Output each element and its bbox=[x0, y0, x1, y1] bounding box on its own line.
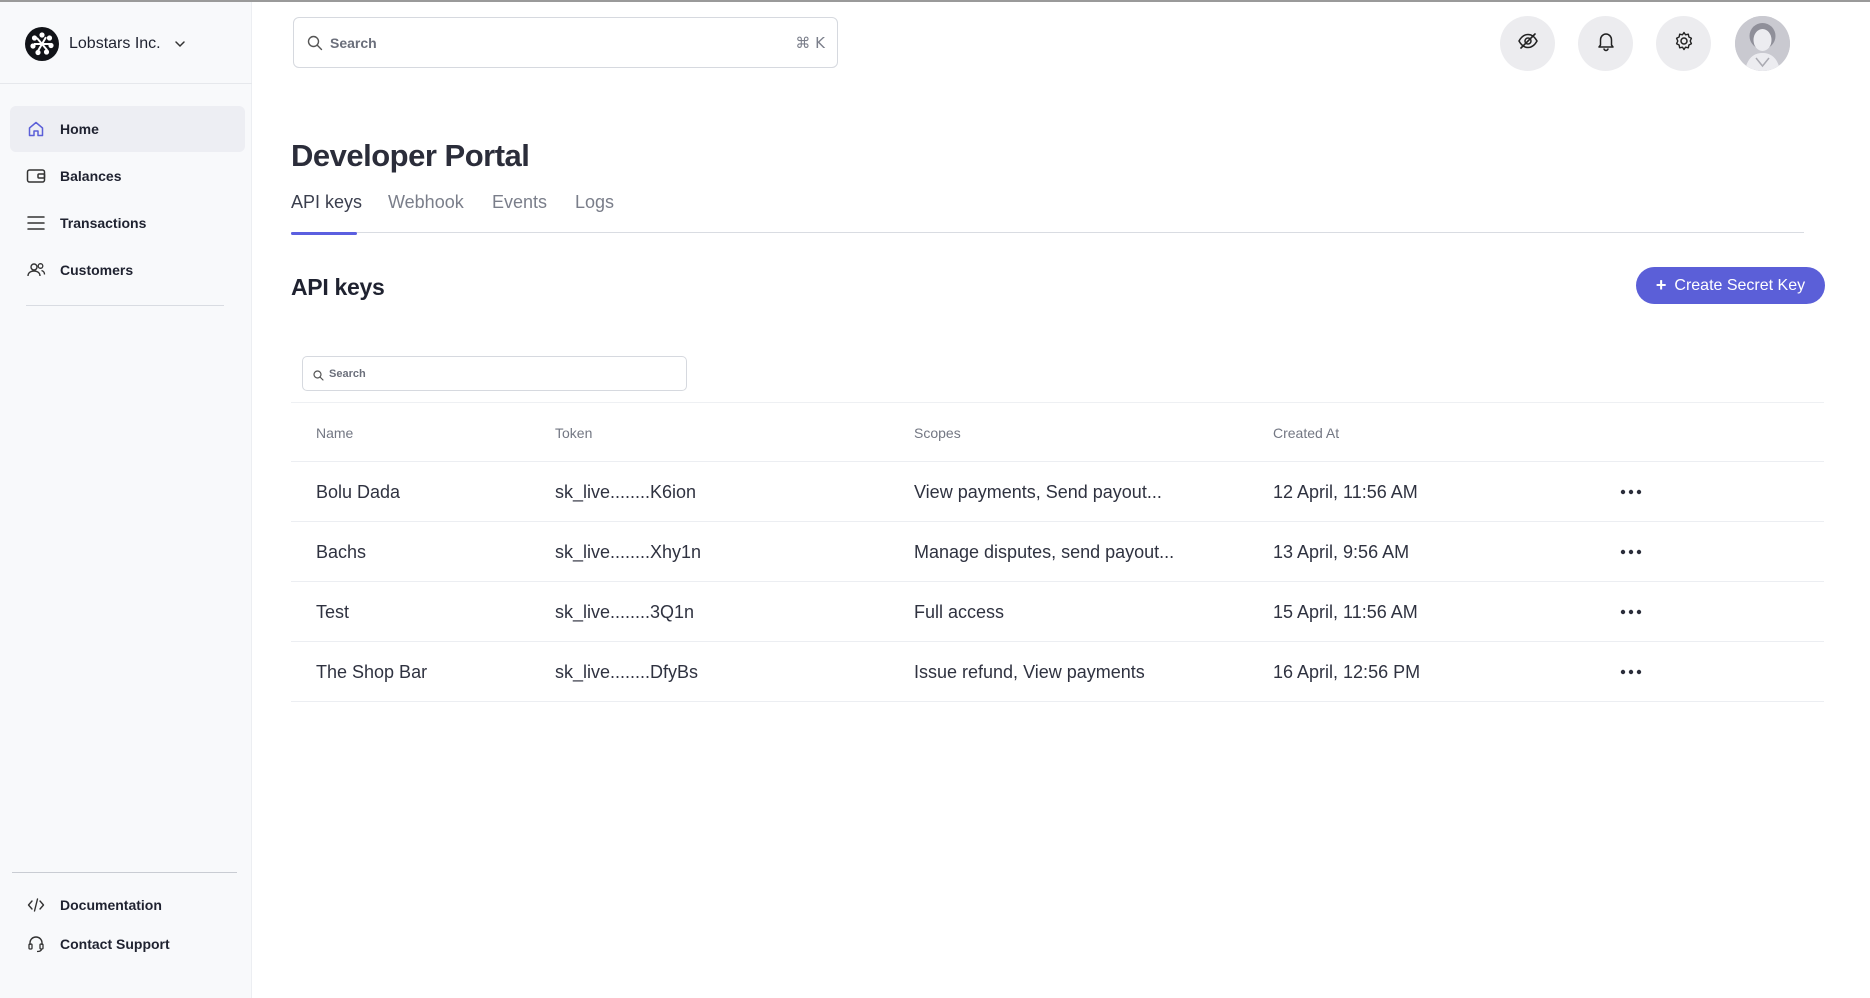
search-placeholder: Search bbox=[330, 35, 377, 51]
tab-logs[interactable]: Logs bbox=[575, 192, 614, 233]
table-header: Name Token Scopes Created At bbox=[291, 402, 1824, 462]
sidebar-divider bbox=[26, 305, 224, 306]
more-options-icon[interactable] bbox=[1619, 482, 1643, 502]
cell-token: sk_live........DfyBs bbox=[555, 662, 699, 682]
sidebar-nav: Home Balances Transactions Customers bbox=[10, 106, 245, 294]
sidebar-bottom-divider bbox=[12, 872, 237, 873]
table-row[interactable]: Bachs sk_live........Xhy1n Manage disput… bbox=[291, 522, 1824, 582]
notifications-button[interactable] bbox=[1578, 16, 1633, 71]
sidebar-item-label: Documentation bbox=[60, 897, 162, 913]
table-search-placeholder: Search bbox=[329, 368, 366, 380]
user-avatar[interactable] bbox=[1735, 16, 1790, 71]
headset-icon bbox=[26, 934, 46, 954]
column-header-scopes: Scopes bbox=[914, 425, 961, 441]
cell-created-at: 12 April, 11:56 AM bbox=[1273, 482, 1418, 502]
tab-label: Logs bbox=[575, 192, 615, 212]
wallet-icon bbox=[26, 166, 46, 186]
table-search-input[interactable]: Search bbox=[302, 356, 687, 391]
more-options-icon[interactable] bbox=[1619, 662, 1643, 682]
section-title: API keys bbox=[291, 274, 385, 300]
list-icon bbox=[26, 213, 46, 233]
sidebar-item-documentation[interactable]: Documentation bbox=[10, 886, 245, 924]
column-header-token: Token bbox=[555, 425, 593, 441]
sidebar-item-customers[interactable]: Customers bbox=[10, 247, 245, 293]
tab-label: API keys bbox=[291, 192, 363, 212]
tab-label: Webhook bbox=[388, 192, 464, 212]
more-options-icon[interactable] bbox=[1619, 602, 1643, 622]
bell-icon bbox=[1595, 30, 1617, 57]
table-row[interactable]: The Shop Bar sk_live........DfyBs Issue … bbox=[291, 642, 1824, 702]
cell-scopes: Full access bbox=[914, 602, 1005, 622]
sidebar-item-label: Customers bbox=[60, 262, 134, 278]
cell-name: Test bbox=[316, 602, 350, 622]
tab-bar: API keys Webhook Events Logs bbox=[291, 192, 1804, 235]
tab-events[interactable]: Events bbox=[492, 192, 547, 233]
cell-token: sk_live........Xhy1n bbox=[555, 542, 702, 562]
users-icon bbox=[26, 260, 46, 280]
cell-created-at: 13 April, 9:56 AM bbox=[1273, 542, 1410, 562]
table-row[interactable]: Test sk_live........3Q1n Full access 15 … bbox=[291, 582, 1824, 642]
search-shortcut: ⌘ K bbox=[795, 34, 825, 52]
more-options-icon[interactable] bbox=[1619, 542, 1643, 562]
cell-scopes: Issue refund, View payments bbox=[914, 662, 1145, 682]
sidebar-item-label: Home bbox=[60, 121, 99, 137]
cell-token: sk_live........K6ion bbox=[555, 482, 697, 502]
cell-name: The Shop Bar bbox=[316, 662, 428, 682]
active-tab-indicator bbox=[291, 232, 357, 235]
org-name: Lobstars Inc. bbox=[69, 35, 161, 52]
global-search-input[interactable]: Search ⌘ K bbox=[293, 17, 838, 68]
eye-off-icon bbox=[1517, 30, 1539, 57]
toggle-visibility-button[interactable] bbox=[1500, 16, 1555, 71]
gear-icon bbox=[1673, 30, 1695, 57]
sidebar-item-label: Contact Support bbox=[60, 936, 170, 952]
table-row[interactable]: Bolu Dada sk_live........K6ion View paym… bbox=[291, 462, 1824, 522]
cell-token: sk_live........3Q1n bbox=[555, 602, 695, 622]
code-icon bbox=[26, 895, 46, 915]
plus-icon: + bbox=[1655, 275, 1667, 295]
column-header-created-at: Created At bbox=[1273, 425, 1340, 441]
sidebar-item-home[interactable]: Home bbox=[10, 106, 245, 152]
org-switcher[interactable]: Lobstars Inc. bbox=[0, 2, 252, 84]
sidebar-item-transactions[interactable]: Transactions bbox=[10, 200, 245, 246]
sidebar-item-label: Transactions bbox=[60, 215, 147, 231]
sidebar-bottom-nav: Documentation Contact Support bbox=[10, 886, 245, 964]
cell-scopes: View payments, Send payout... bbox=[914, 482, 1162, 502]
home-icon bbox=[26, 119, 46, 139]
cell-name: Bachs bbox=[316, 542, 367, 562]
settings-button[interactable] bbox=[1656, 16, 1711, 71]
sidebar-item-label: Balances bbox=[60, 168, 122, 184]
tab-label: Events bbox=[492, 192, 548, 212]
tab-api-keys[interactable]: API keys bbox=[291, 192, 363, 235]
tab-webhook[interactable]: Webhook bbox=[388, 192, 464, 233]
cell-name: Bolu Dada bbox=[316, 482, 401, 502]
api-keys-table: Name Token Scopes Created At Bolu Dada s… bbox=[291, 402, 1824, 702]
search-icon bbox=[307, 35, 323, 51]
cell-created-at: 16 April, 12:56 PM bbox=[1273, 662, 1421, 682]
column-header-name: Name bbox=[316, 425, 354, 441]
page-title: Developer Portal bbox=[291, 138, 530, 173]
sidebar-item-balances[interactable]: Balances bbox=[10, 153, 245, 199]
chevron-down-icon bbox=[173, 37, 187, 51]
cell-created-at: 15 April, 11:56 AM bbox=[1273, 602, 1418, 622]
sidebar: Lobstars Inc. Home Balances Transactions bbox=[0, 2, 252, 998]
brand-logo bbox=[25, 27, 59, 61]
cell-scopes: Manage disputes, send payout... bbox=[914, 542, 1175, 562]
create-secret-key-button[interactable]: + Create Secret Key bbox=[1636, 267, 1825, 304]
sidebar-item-contact-support[interactable]: Contact Support bbox=[10, 925, 245, 963]
create-button-label: Create Secret Key bbox=[1674, 276, 1806, 294]
search-icon bbox=[313, 368, 324, 381]
